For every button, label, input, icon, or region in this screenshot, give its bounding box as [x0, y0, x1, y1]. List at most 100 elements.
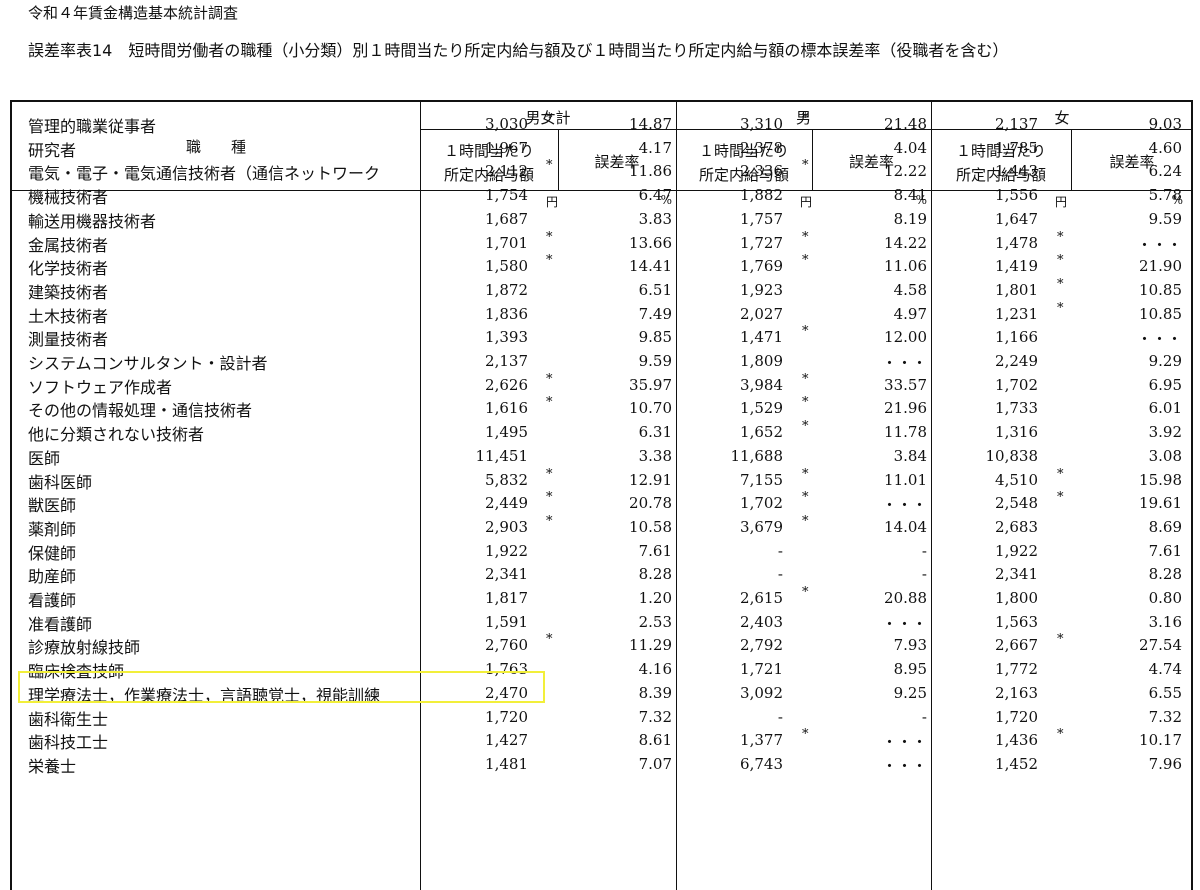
pay-male: 1,809 [740, 352, 783, 370]
error-rate-male: 8.19 [893, 209, 927, 228]
pay-female: 1,702 [995, 375, 1038, 394]
significance-mark: * [1057, 276, 1064, 292]
pay-total: 1,481 [485, 754, 528, 773]
pay-male: 2,027 [740, 304, 783, 323]
pay-male: - [777, 707, 783, 726]
pay-total: 1,591 [485, 612, 528, 631]
error-rate-total: 3.83 [638, 209, 672, 228]
pay-total: 2,449 [485, 494, 528, 513]
significance-mark: * [802, 419, 809, 435]
pay-male: 7,155 [740, 470, 783, 489]
pay-total: 1,922 [485, 541, 528, 560]
pay-female: 4,510 [995, 470, 1038, 489]
significance-mark: * [546, 513, 553, 529]
pay-total: 1,720 [485, 707, 528, 726]
error-rate-female: 3.08 [1148, 446, 1182, 465]
pay-female: 1,733 [995, 399, 1038, 418]
significance-mark: * [802, 490, 809, 506]
pay-male: 3,310 [740, 115, 783, 133]
error-rate-male: 8.95 [893, 660, 927, 679]
pay-total: 1,817 [485, 589, 528, 607]
pay-male: 6,743 [740, 754, 783, 773]
column-divider [676, 102, 677, 890]
highlight-box [18, 671, 545, 703]
error-rate-female: 8.69 [1148, 517, 1182, 536]
occupation-name: 電気・電子・電気通信技術者（通信ネットワーク [28, 164, 381, 184]
error-rate-female: 7.61 [1148, 541, 1182, 560]
pay-female: 1,800 [995, 589, 1038, 607]
occupation-name: その他の情報処理・通信技術者 [28, 401, 253, 421]
error-rate-total: 8.28 [638, 565, 672, 584]
occupation-name: 土木技術者 [28, 306, 109, 326]
significance-mark: * [1057, 727, 1064, 743]
occupation-name: 機械技術者 [28, 188, 109, 208]
pay-total: 1,701 [485, 233, 528, 252]
pay-male: 1,702 [740, 494, 783, 513]
significance-mark: * [546, 490, 553, 506]
column-divider [812, 129, 813, 190]
occupation-name: 歯科医師 [28, 472, 93, 492]
pay-female: 1,772 [995, 660, 1038, 679]
pay-male: 1,471 [740, 328, 783, 347]
column-divider [558, 129, 559, 190]
error-rate-female: 10.17 [1139, 731, 1182, 750]
pay-male: 2,792 [740, 636, 783, 655]
pay-total: 1,393 [485, 328, 528, 347]
error-rate-male: 12.00 [884, 328, 927, 347]
occupation-name: 薬剤師 [28, 519, 77, 539]
pay-male: 1,727 [740, 233, 783, 252]
pay-male: 1,377 [740, 731, 783, 750]
pay-total: 1,427 [485, 731, 528, 750]
pay-female: 2,683 [995, 517, 1038, 536]
pay-total: 1,872 [485, 280, 528, 299]
pay-female: 1,922 [995, 541, 1038, 560]
error-rate-total: 2.53 [638, 612, 672, 631]
error-rate-male: 4.97 [893, 304, 927, 323]
error-rate-female: 6.95 [1148, 375, 1182, 394]
occupation-name: 看護師 [28, 591, 77, 610]
pay-female: 1,556 [995, 186, 1038, 205]
significance-mark: * [546, 466, 553, 482]
error-rate-female: 0.80 [1148, 589, 1182, 607]
error-rate-male: 14.04 [884, 517, 927, 536]
pay-female: 1,801 [995, 280, 1038, 299]
significance-mark: * [802, 395, 809, 411]
pay-total: 1,754 [485, 186, 528, 205]
error-rate-male: - [921, 565, 927, 584]
occupation-name: 助産師 [28, 567, 77, 587]
pay-male: 2,378 [740, 138, 783, 157]
pay-female: 1,647 [995, 209, 1038, 228]
significance-mark: * [802, 111, 809, 126]
pay-male: 2,403 [740, 612, 783, 631]
error-rate-male: ・・・ [881, 496, 927, 515]
pay-male: 1,769 [740, 257, 783, 276]
error-rate-total: 3.38 [638, 446, 672, 465]
pay-male: 11,688 [730, 446, 784, 465]
pay-female: 2,137 [995, 115, 1038, 133]
pay-female: 2,163 [995, 683, 1038, 702]
significance-mark: * [546, 158, 553, 174]
occupation-name: 化学技術者 [28, 259, 109, 279]
error-rate-female: 4.60 [1148, 138, 1182, 157]
pay-female: 1,720 [995, 707, 1038, 726]
error-rate-total: 8.61 [638, 731, 672, 750]
error-rate-male: 11.06 [884, 257, 927, 276]
pay-total: 1,616 [485, 399, 528, 418]
significance-mark: * [546, 632, 553, 648]
significance-mark: * [802, 371, 809, 387]
pay-male: 2,336 [740, 162, 783, 181]
error-rate-male: 11.01 [884, 470, 927, 489]
significance-mark: * [802, 324, 809, 340]
column-divider [931, 102, 932, 890]
error-rate-total: 14.87 [629, 115, 672, 133]
pay-female: 1,452 [995, 754, 1038, 773]
error-rate-male: 9.25 [893, 683, 927, 702]
pay-female: 1,478 [995, 233, 1038, 252]
pay-female: 1,316 [995, 423, 1038, 442]
significance-mark: * [1057, 466, 1064, 482]
pay-total: 2,137 [485, 352, 528, 370]
significance-mark: * [802, 466, 809, 482]
pay-female: 1,436 [995, 731, 1038, 750]
pay-male: - [777, 565, 783, 584]
error-rate-female: 6.55 [1148, 683, 1182, 702]
